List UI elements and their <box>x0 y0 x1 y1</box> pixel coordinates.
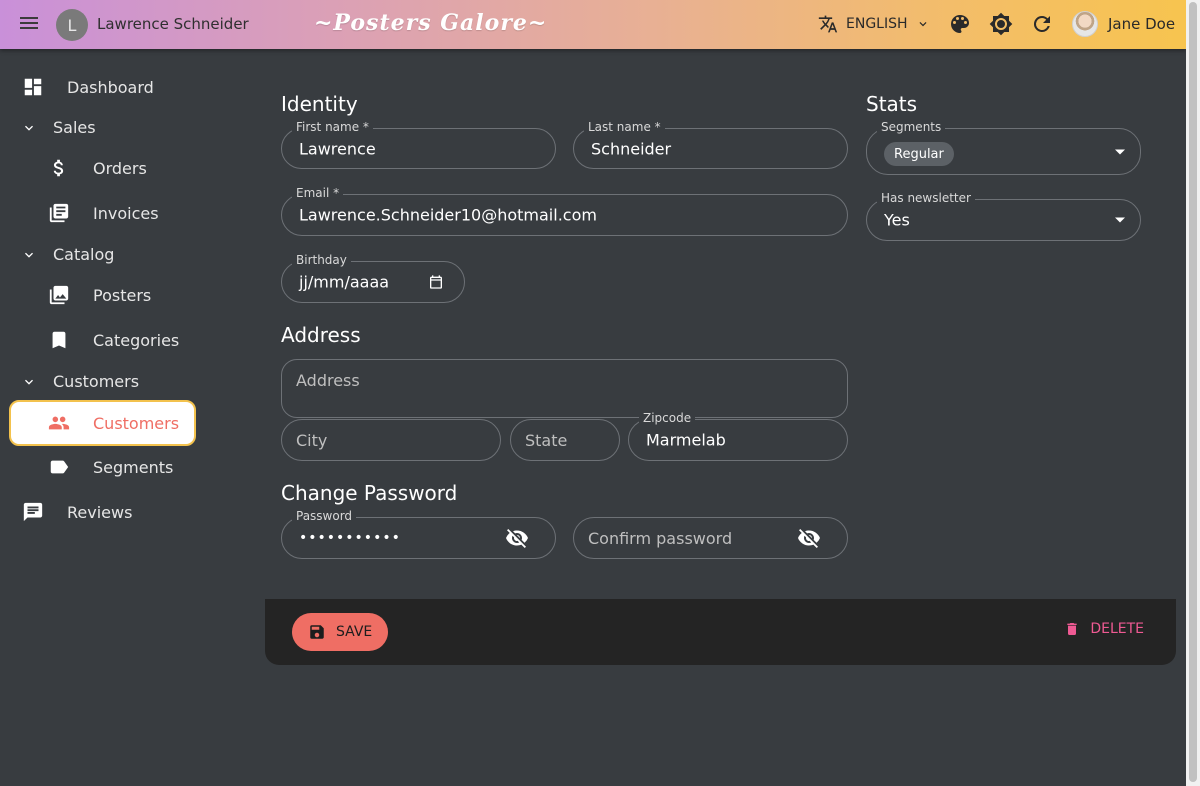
chevron-down-icon <box>25 252 33 258</box>
newsletter-label: Has newsletter <box>877 191 975 205</box>
visibility-off-icon[interactable] <box>797 526 821 550</box>
delete-icon <box>1067 623 1077 635</box>
sidebar-item-label: Invoices <box>93 203 159 223</box>
sidebar-item-label: Segments <box>93 457 174 477</box>
comment-icon <box>22 501 44 523</box>
zipcode-field[interactable]: Zipcode Marmelab <box>628 411 848 461</box>
user-avatar <box>1072 11 1098 37</box>
dropdown-arrow-icon <box>1115 217 1125 223</box>
menu-icon[interactable] <box>18 14 40 34</box>
sidebar-item-segments[interactable]: Segments <box>48 456 173 478</box>
sidebar-item-label: Reviews <box>67 502 133 522</box>
refresh-icon[interactable] <box>1030 12 1054 36</box>
chevron-down-icon <box>25 125 33 131</box>
theme-toggle-icon[interactable] <box>989 12 1013 36</box>
user-name: Jane Doe <box>1108 15 1176 33</box>
app-title: ~Posters Galore~ <box>314 10 548 36</box>
sidebar: Dashboard Sales Orders Invoices Catalog … <box>0 49 250 786</box>
birthday-field[interactable]: Birthday jj/mm/aaaa <box>281 253 465 303</box>
identity-title: Identity <box>281 92 358 116</box>
stats-title: Stats <box>866 92 918 116</box>
bookmark-icon <box>48 329 70 351</box>
city-field[interactable]: City <box>281 419 501 461</box>
dashboard-icon <box>22 76 44 98</box>
address-title: Address <box>281 323 361 347</box>
sidebar-group-label: Customers <box>53 372 140 391</box>
sidebar-item-label: Categories <box>93 330 180 350</box>
zipcode-label: Zipcode <box>639 411 696 425</box>
form-toolbar: SAVE DELETE <box>265 599 1176 665</box>
birthday-label: Birthday <box>292 253 351 267</box>
app-bar: L Lawrence Schneider ~Posters Galore~ EN… <box>0 0 1186 49</box>
newsletter-select[interactable]: Has newsletter Yes <box>866 191 1141 241</box>
calendar-icon[interactable] <box>428 274 444 290</box>
confirm-password-placeholder: Confirm password <box>588 529 733 548</box>
language-button[interactable]: ENGLISH <box>818 14 930 34</box>
password-field[interactable]: Password ••••••••••• <box>281 509 556 559</box>
record-avatar: L <box>56 9 88 41</box>
dollar-icon <box>48 157 70 179</box>
chevron-down-icon <box>919 22 927 27</box>
last-name-field[interactable]: Last name * Schneider <box>573 120 848 169</box>
segments-label: Segments <box>877 120 946 134</box>
segment-chip: Regular <box>884 142 954 166</box>
sidebar-item-posters[interactable]: Posters <box>48 284 151 306</box>
translate-icon <box>818 15 838 33</box>
delete-label: DELETE <box>1090 621 1144 637</box>
save-icon <box>310 625 324 639</box>
record-title: Lawrence Schneider <box>97 15 249 33</box>
dropdown-arrow-icon <box>1115 149 1125 154</box>
visibility-off-icon[interactable] <box>505 526 529 550</box>
user-menu-button[interactable]: Jane Doe <box>1072 11 1175 37</box>
address-placeholder: Address <box>296 371 360 390</box>
sidebar-item-label: Posters <box>93 285 152 305</box>
sidebar-group-catalog[interactable]: Catalog <box>21 245 114 264</box>
sidebar-group-label: Catalog <box>53 245 115 264</box>
city-placeholder: City <box>296 431 328 450</box>
people-icon <box>48 412 70 434</box>
palette-icon[interactable] <box>948 12 972 36</box>
state-placeholder: State <box>525 431 568 450</box>
sidebar-item-label: Dashboard <box>67 77 154 97</box>
sidebar-item-orders[interactable]: Orders <box>48 157 147 179</box>
sidebar-item-invoices[interactable]: Invoices <box>48 202 159 224</box>
change-password-title: Change Password <box>281 481 458 505</box>
sidebar-item-reviews[interactable]: Reviews <box>22 501 132 523</box>
scrollbar-thumb[interactable] <box>1189 2 1197 782</box>
confirm-password-field[interactable]: Confirm password <box>573 517 848 559</box>
sidebar-item-dashboard[interactable]: Dashboard <box>22 76 154 98</box>
sidebar-item-label: Customers <box>93 413 180 433</box>
password-label: Password <box>292 509 357 523</box>
address-field[interactable]: Address <box>281 359 848 418</box>
sidebar-group-label: Sales <box>53 118 96 137</box>
sidebar-item-label: Orders <box>93 158 147 178</box>
label-icon <box>48 456 70 478</box>
photo-library-icon <box>48 284 70 306</box>
email-label: Email * <box>292 186 344 200</box>
password-value: ••••••••••• <box>299 530 401 546</box>
sidebar-group-customers[interactable]: Customers <box>21 372 139 391</box>
library-books-icon <box>48 202 70 224</box>
save-label: SAVE <box>336 624 373 640</box>
sidebar-item-categories[interactable]: Categories <box>48 329 179 351</box>
sidebar-group-sales[interactable]: Sales <box>21 118 96 137</box>
zipcode-value: Marmelab <box>646 430 726 450</box>
first-name-field[interactable]: First name * Lawrence <box>281 120 556 169</box>
segments-select[interactable]: Segments Regular <box>866 120 1141 175</box>
chevron-down-icon <box>25 379 33 385</box>
birthday-value: jj/mm/aaaa <box>299 272 390 292</box>
delete-button[interactable]: DELETE <box>1064 621 1144 637</box>
newsletter-value: Yes <box>884 210 910 230</box>
first-name-label: First name * <box>292 120 373 134</box>
state-field[interactable]: State <box>510 419 620 461</box>
last-name-value: Schneider <box>591 139 672 158</box>
last-name-label: Last name * <box>584 120 665 134</box>
language-label: ENGLISH <box>846 16 908 32</box>
first-name-value: Lawrence <box>299 139 376 158</box>
email-field[interactable]: Email * Lawrence.Schneider10@hotmail.com <box>281 186 848 236</box>
email-value: Lawrence.Schneider10@hotmail.com <box>299 205 597 225</box>
page-scrollbar[interactable] <box>1186 0 1200 786</box>
save-button[interactable]: SAVE <box>292 613 389 651</box>
sidebar-item-customers[interactable]: Customers <box>9 400 196 446</box>
